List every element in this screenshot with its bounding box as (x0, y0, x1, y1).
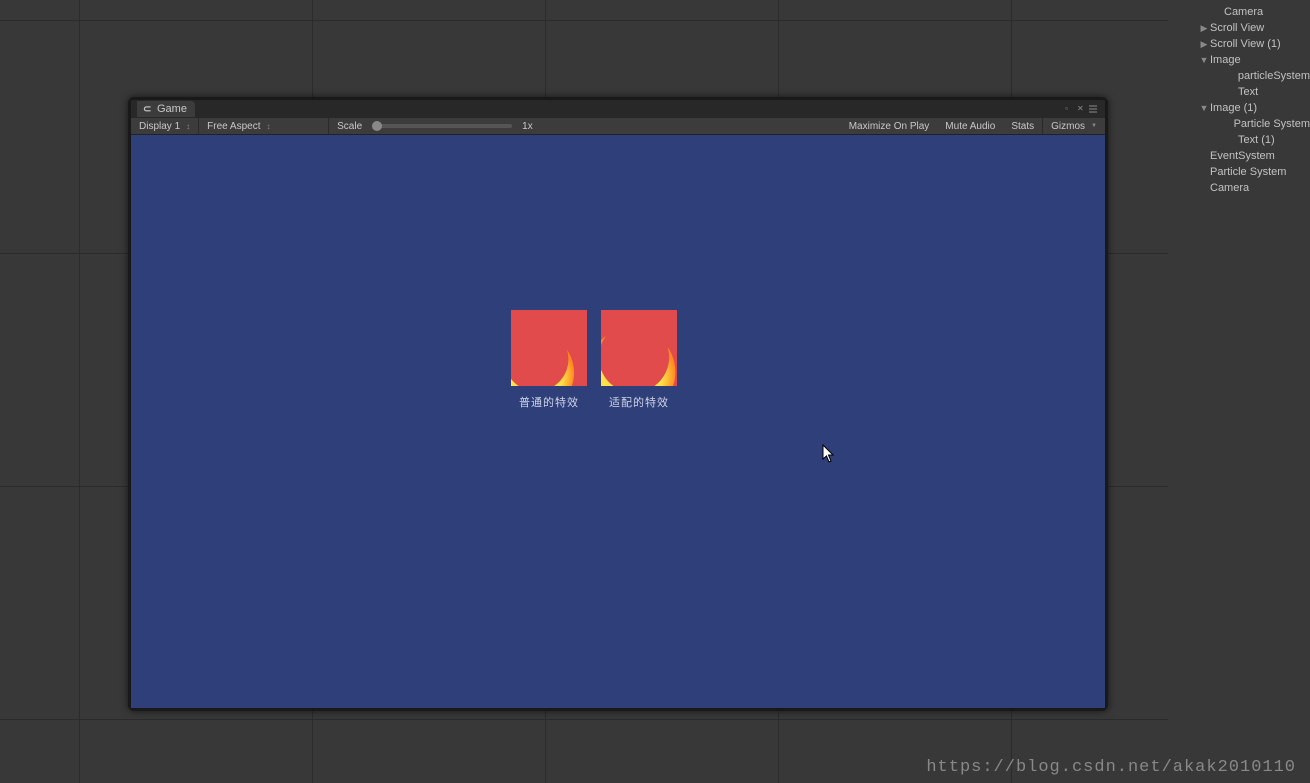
dock-icon[interactable]: ▫ (1065, 104, 1075, 114)
maximize-on-play-toggle[interactable]: Maximize On Play (841, 121, 938, 132)
particle-effect-adapted (601, 314, 677, 386)
gizmos-dropdown[interactable]: Gizmos (1042, 118, 1105, 134)
scale-slider-thumb[interactable] (372, 121, 382, 131)
mute-audio-toggle[interactable]: Mute Audio (937, 121, 1003, 132)
hierarchy-item[interactable]: ▼Image (1) (1168, 100, 1310, 116)
demo-label-normal: 普通的特效 (519, 394, 579, 410)
hierarchy-item-label: Image (1) (1210, 100, 1257, 116)
hierarchy-item-label: Image (1210, 52, 1241, 68)
hierarchy-item-label: Particle System (1210, 164, 1286, 180)
hierarchy-item-label: Particle System (1234, 116, 1310, 132)
hierarchy-item[interactable]: ▶Scroll View (1) (1168, 36, 1310, 52)
unity-icon: ⊂ (143, 104, 153, 114)
aspect-dropdown[interactable]: Free Aspect (199, 118, 329, 134)
game-panel: ⊂ Game ▫ ✕ Display 1 Free Aspect Scale (128, 97, 1108, 711)
hierarchy-item-label: Text (1) (1238, 132, 1275, 148)
hierarchy-item-label: Camera (1224, 4, 1263, 20)
hierarchy-item[interactable]: particleSystem (1168, 68, 1310, 84)
hierarchy-item[interactable]: Camera (1168, 4, 1310, 20)
foldout-icon[interactable]: ▶ (1198, 20, 1210, 36)
hierarchy-item-label: Text (1238, 84, 1258, 100)
scale-slider[interactable] (372, 124, 512, 128)
tab-label: Game (157, 103, 187, 115)
hierarchy-item[interactable]: ▼Image (1168, 52, 1310, 68)
game-toolbar: Display 1 Free Aspect Scale 1x Maximize … (131, 118, 1105, 135)
hierarchy-item-label: Scroll View (1210, 20, 1264, 36)
image-adapted (601, 310, 677, 386)
close-icon[interactable]: ✕ (1077, 104, 1087, 114)
hierarchy-item[interactable]: ▶Scroll View (1168, 20, 1310, 36)
foldout-icon[interactable]: ▼ (1198, 100, 1210, 116)
demo-card-normal: 普通的特效 (511, 310, 587, 410)
hierarchy-item[interactable]: Particle System (1168, 164, 1310, 180)
hierarchy-item[interactable]: EventSystem (1168, 148, 1310, 164)
demo-label-adapted: 适配的特效 (609, 394, 669, 410)
hierarchy-item-label: EventSystem (1210, 148, 1275, 164)
context-menu-icon[interactable] (1089, 104, 1101, 114)
watermark: https://blog.csdn.net/akak2010110 (926, 758, 1296, 777)
hierarchy-item[interactable]: Camera (1168, 180, 1310, 196)
game-view: 普通的特效 (131, 135, 1105, 708)
hierarchy-panel: Camera▶Scroll View▶Scroll View (1)▼Image… (1168, 0, 1310, 783)
foldout-icon[interactable]: ▶ (1198, 36, 1210, 52)
hierarchy-item-label: particleSystem (1238, 68, 1310, 84)
scale-control[interactable]: Scale 1x (329, 118, 541, 134)
image-normal (511, 310, 587, 386)
hierarchy-item[interactable]: Text (1168, 84, 1310, 100)
tab-game[interactable]: ⊂ Game (137, 101, 195, 117)
hierarchy-item[interactable]: Particle System (1168, 116, 1310, 132)
hierarchy-item-label: Camera (1210, 180, 1249, 196)
hierarchy-item-label: Scroll View (1) (1210, 36, 1281, 52)
demo-card-adapted: 适配的特效 (601, 310, 677, 410)
demo-content: 普通的特效 (511, 310, 677, 410)
particle-effect-normal (511, 320, 581, 386)
display-dropdown[interactable]: Display 1 (131, 118, 199, 134)
game-tab-bar: ⊂ Game ▫ ✕ (131, 100, 1105, 118)
foldout-icon[interactable]: ▼ (1198, 52, 1210, 68)
hierarchy-item[interactable]: Text (1) (1168, 132, 1310, 148)
stats-toggle[interactable]: Stats (1003, 121, 1042, 132)
